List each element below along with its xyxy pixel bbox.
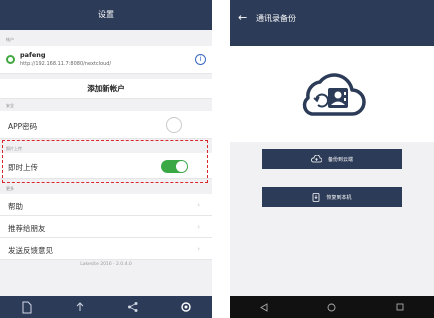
help-row[interactable]: 帮助 › xyxy=(0,194,212,216)
feedback-row[interactable]: 发送反馈意见 › xyxy=(0,238,212,260)
status-ring-icon xyxy=(6,55,15,64)
backup-label: 备份到云端 xyxy=(327,156,353,163)
recommend-label: 推荐给朋友 xyxy=(8,224,46,233)
tab-upload[interactable] xyxy=(53,296,106,318)
version-text: Lakesite 2016 · 2.0.4.0 xyxy=(80,262,132,267)
chevron-right-icon: › xyxy=(197,245,200,253)
help-label: 帮助 xyxy=(8,202,23,211)
restore-label: 恢复到本机 xyxy=(326,194,352,201)
restore-to-device-button[interactable]: 恢复到本机 xyxy=(262,187,402,207)
chevron-right-icon: › xyxy=(197,223,200,231)
tab-settings[interactable] xyxy=(159,296,212,318)
cloud-contacts-icon xyxy=(302,73,366,116)
chevron-right-icon: › xyxy=(197,201,200,209)
account-row[interactable]: pafeng http://192.168.11.7:8080/nextclou… xyxy=(0,46,212,74)
bottom-tab-bar xyxy=(0,296,212,318)
page-title: 设置 xyxy=(0,0,212,30)
upload-icon xyxy=(76,302,83,311)
add-account-button[interactable]: 添加新帐户 xyxy=(0,79,212,99)
contacts-backup-screen: ← 通讯录备份 备份到云端 恢复到本机 xyxy=(230,0,434,318)
app-lock-label: APP密码 xyxy=(8,122,38,131)
header-bar: ← 通讯录备份 xyxy=(230,0,434,46)
settings-icon xyxy=(180,302,191,312)
back-arrow-icon[interactable]: ← xyxy=(238,11,247,25)
settings-screen: 设置 帐户 pafeng http://192.168.11.7:8080/ne… xyxy=(0,0,212,318)
highlight-box xyxy=(2,140,208,183)
tab-files[interactable] xyxy=(0,296,53,318)
section-label-more: 更多 xyxy=(6,186,14,191)
tab-share[interactable] xyxy=(106,296,159,318)
nav-back-icon[interactable] xyxy=(259,302,268,312)
recommend-row[interactable]: 推荐给朋友 › xyxy=(0,216,212,238)
account-name: pafeng xyxy=(20,51,46,59)
section-label-security: 安全 xyxy=(6,103,14,108)
backup-to-cloud-button[interactable]: 备份到云端 xyxy=(262,149,402,169)
files-icon xyxy=(22,301,31,313)
nav-recents-icon[interactable] xyxy=(396,303,404,311)
app-lock-row[interactable]: APP密码 xyxy=(0,111,212,139)
phone-download-icon xyxy=(313,192,320,202)
share-icon xyxy=(127,302,137,312)
account-url: http://192.168.11.7:8080/nextcloud/ xyxy=(20,61,112,67)
android-nav-bar xyxy=(230,296,434,318)
nav-home-icon[interactable] xyxy=(327,303,336,312)
info-icon[interactable]: i xyxy=(195,54,206,65)
section-label-account: 帐户 xyxy=(6,37,14,42)
hero-panel xyxy=(230,46,434,142)
page-title: 通讯录备份 xyxy=(256,14,296,23)
cloud-upload-icon xyxy=(311,155,322,163)
app-lock-toggle[interactable] xyxy=(166,117,182,133)
feedback-label: 发送反馈意见 xyxy=(8,246,53,255)
